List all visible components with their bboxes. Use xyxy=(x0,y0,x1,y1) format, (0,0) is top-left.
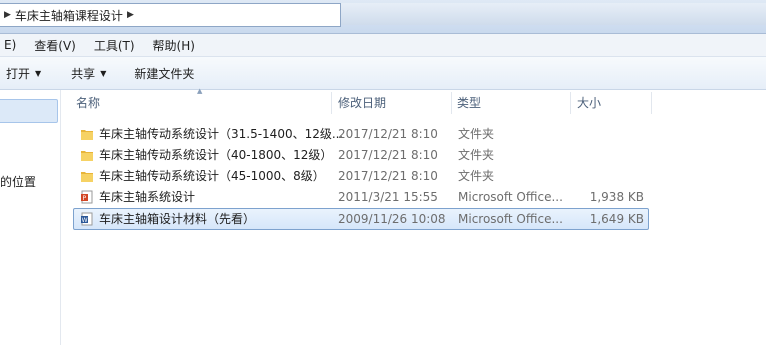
file-name: 车床主轴传动系统设计（45-1000、8级） xyxy=(99,169,325,183)
file-date: 2017/12/21 8:10 xyxy=(338,148,438,162)
folder-icon xyxy=(80,127,94,141)
address-bar[interactable]: ▶ 车床主轴箱课程设计 ▶ xyxy=(0,3,341,27)
nav-item-locations[interactable]: 的位置 xyxy=(0,173,36,190)
file-name: 车床主轴系统设计 xyxy=(99,190,196,204)
share-button-label: 共享 xyxy=(71,66,96,81)
open-button-label: 打开 xyxy=(6,66,31,81)
file-name: 车床主轴箱设计材料（先看） xyxy=(99,212,256,226)
folder-icon xyxy=(80,148,94,162)
svg-text:P: P xyxy=(83,195,87,202)
command-toolbar: 打开 ▼ 共享 ▼ 新建文件夹 xyxy=(0,57,766,90)
column-divider[interactable] xyxy=(570,92,571,114)
menu-help[interactable]: 帮助(H) xyxy=(149,37,199,54)
menu-bar: E) 查看(V) 工具(T) 帮助(H) xyxy=(0,34,766,57)
menu-tools[interactable]: 工具(T) xyxy=(90,37,139,54)
file-row[interactable]: P 车床主轴系统设计 2011/3/21 15:55 Microsoft Off… xyxy=(74,187,648,207)
menu-edit[interactable]: E) xyxy=(0,38,20,52)
column-header: ▲ 名称 修改日期 类型 大小 xyxy=(61,87,766,116)
file-row[interactable]: 车床主轴传动系统设计（45-1000、8级） 2017/12/21 8:10 文… xyxy=(74,166,648,186)
powerpoint-file-icon: P xyxy=(80,190,94,204)
file-name: 车床主轴传动系统设计（31.5-1400、12级... xyxy=(99,127,344,141)
file-date: 2011/3/21 15:55 xyxy=(338,190,438,204)
new-folder-button-label: 新建文件夹 xyxy=(134,66,195,81)
search-area xyxy=(341,3,766,25)
breadcrumb-arrow-icon[interactable]: ▶ xyxy=(127,10,134,20)
svg-text:W: W xyxy=(82,217,88,224)
dropdown-arrow-icon: ▼ xyxy=(100,68,107,78)
file-date: 2017/12/21 8:10 xyxy=(338,127,438,141)
column-divider[interactable] xyxy=(451,92,452,114)
file-type: 文件夹 xyxy=(458,148,495,162)
dropdown-arrow-icon: ▼ xyxy=(35,68,42,78)
column-divider[interactable] xyxy=(331,92,332,114)
column-name[interactable]: 名称 xyxy=(76,90,100,116)
column-divider[interactable] xyxy=(651,92,652,114)
file-type: 文件夹 xyxy=(458,169,495,183)
file-type: 文件夹 xyxy=(458,127,495,141)
file-name: 车床主轴传动系统设计（40-1800、12级） xyxy=(99,148,333,162)
breadcrumb-folder[interactable]: 车床主轴箱课程设计 xyxy=(15,7,123,24)
folder-icon xyxy=(80,169,94,183)
column-type[interactable]: 类型 xyxy=(457,90,481,116)
new-folder-button[interactable]: 新建文件夹 xyxy=(126,65,202,82)
file-row-selected[interactable]: W 车床主轴箱设计材料（先看） 2009/11/26 10:08 Microso… xyxy=(73,208,649,230)
file-row[interactable]: 车床主轴传动系统设计（31.5-1400、12级... 2017/12/21 8… xyxy=(74,124,648,144)
column-date[interactable]: 修改日期 xyxy=(338,90,386,116)
share-button[interactable]: 共享 ▼ xyxy=(63,65,114,82)
selected-row-wrapper: W 车床主轴箱设计材料（先看） 2009/11/26 10:08 Microso… xyxy=(0,208,766,230)
open-button[interactable]: 打开 ▼ xyxy=(0,65,49,82)
file-row[interactable]: 车床主轴传动系统设计（40-1800、12级） 2017/12/21 8:10 … xyxy=(74,145,648,165)
word-file-icon: W xyxy=(80,212,94,226)
address-bar-area: ▶ 车床主轴箱课程设计 ▶ xyxy=(0,0,766,34)
file-date: 2009/11/26 10:08 xyxy=(338,212,446,226)
column-size[interactable]: 大小 xyxy=(577,90,601,116)
file-size: 1,649 KB xyxy=(589,212,644,226)
menu-view[interactable]: 查看(V) xyxy=(30,37,80,54)
nav-selected-item[interactable] xyxy=(0,99,58,123)
breadcrumb-arrow-icon[interactable]: ▶ xyxy=(4,10,11,20)
file-size: 1,938 KB xyxy=(589,190,644,204)
sort-ascending-icon: ▲ xyxy=(197,87,203,95)
file-date: 2017/12/21 8:10 xyxy=(338,169,438,183)
